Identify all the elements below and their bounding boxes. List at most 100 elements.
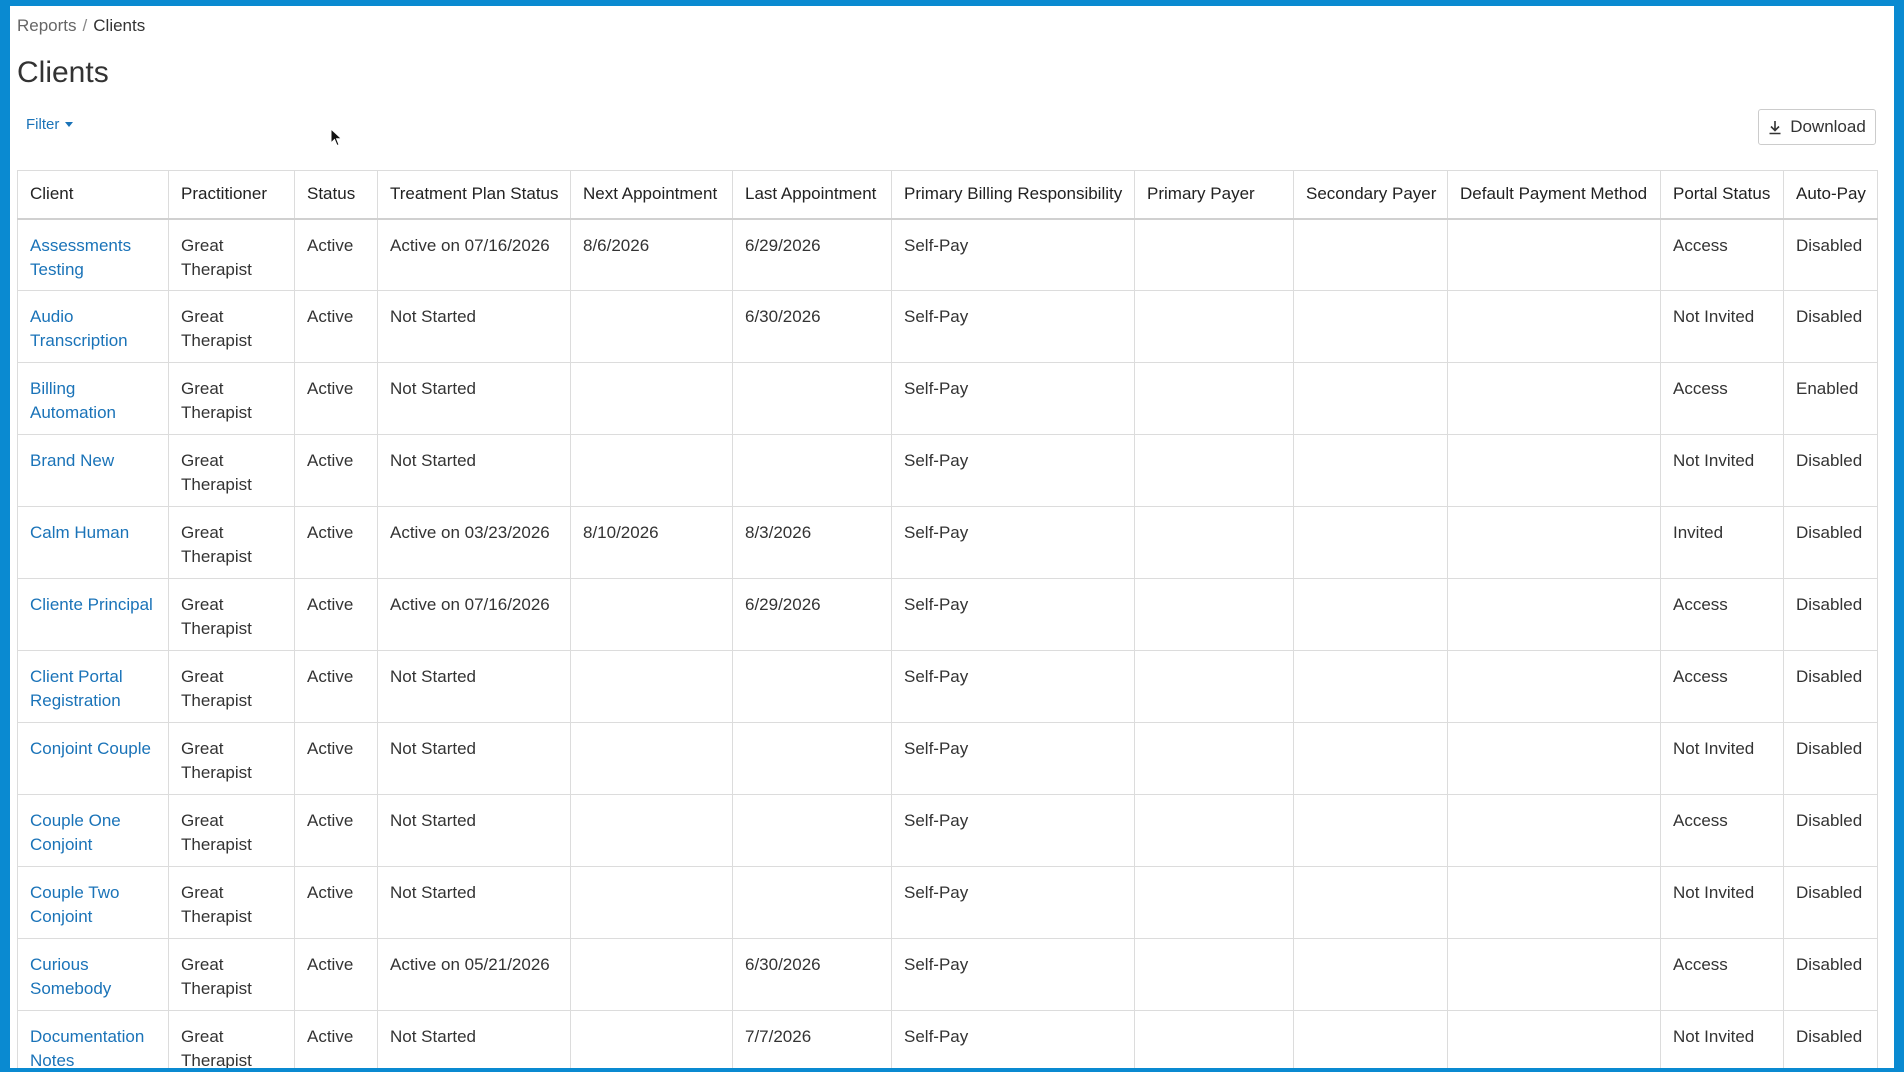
next-appointment-cell xyxy=(570,794,733,867)
secondary-payer-cell xyxy=(1293,578,1448,651)
column-header[interactable]: Next Appointment xyxy=(570,170,733,220)
client-name-link[interactable]: Audio Transcription xyxy=(30,307,128,350)
next-appointment-cell xyxy=(570,578,733,651)
table-row: Couple One Conjoint Great Therapist Active… xyxy=(17,794,1878,867)
next-appointment-cell xyxy=(570,650,733,723)
practitioner-cell: Great Therapist xyxy=(168,1010,295,1068)
client-name-link[interactable]: Couple Two Conjoint xyxy=(30,883,119,926)
treatment-plan-status-cell: Active on 05/21/2026 xyxy=(377,938,571,1011)
breadcrumb-reports-link[interactable]: Reports xyxy=(17,16,77,35)
portal-status-cell: Not Invited xyxy=(1660,866,1784,939)
column-header[interactable]: Secondary Payer xyxy=(1293,170,1448,220)
auto-pay-cell: Disabled xyxy=(1783,506,1878,579)
last-appointment-cell: 6/29/2026 xyxy=(732,578,892,651)
status-cell: Active xyxy=(294,362,378,435)
client-name-link[interactable]: Curious Somebody xyxy=(30,955,111,998)
practitioner-cell: Great Therapist xyxy=(168,650,295,723)
column-header[interactable]: Primary Payer xyxy=(1134,170,1294,220)
secondary-payer-cell xyxy=(1293,290,1448,363)
download-icon xyxy=(1769,120,1781,134)
next-appointment-cell xyxy=(570,290,733,363)
last-appointment-cell xyxy=(732,866,892,939)
client-cell: Couple Two Conjoint xyxy=(17,866,169,939)
client-name-link[interactable]: Conjoint Couple xyxy=(30,739,151,758)
primary-billing-responsibility-cell: Self-Pay xyxy=(891,650,1135,723)
treatment-plan-status-cell: Not Started xyxy=(377,722,571,795)
app-frame: Reports / Clients Clients Filter Download … xyxy=(10,6,1894,1068)
next-appointment-cell xyxy=(570,866,733,939)
client-cell: Calm Human xyxy=(17,506,169,579)
client-cell: Cliente Principal xyxy=(17,578,169,651)
client-name-link[interactable]: Calm Human xyxy=(30,523,129,542)
table-header-row: Client Practitioner Status Treatment Pla… xyxy=(17,170,1878,220)
auto-pay-cell: Disabled xyxy=(1783,938,1878,1011)
auto-pay-cell: Disabled xyxy=(1783,290,1878,363)
breadcrumb-separator: / xyxy=(82,16,88,35)
next-appointment-cell: 8/6/2026 xyxy=(570,218,733,291)
last-appointment-cell: 7/7/2026 xyxy=(732,1010,892,1068)
status-cell: Active xyxy=(294,290,378,363)
table-row: Curious Somebody Great Therapist Active Act… xyxy=(17,938,1878,1011)
status-cell: Active xyxy=(294,434,378,507)
client-name-link[interactable]: Assessments Testing xyxy=(30,236,131,279)
table-row: Conjoint Couple Great Therapist Active Not … xyxy=(17,722,1878,795)
last-appointment-cell xyxy=(732,722,892,795)
page-title: Clients xyxy=(17,56,109,89)
next-appointment-cell xyxy=(570,1010,733,1068)
client-cell: Documentation Notes xyxy=(17,1010,169,1068)
client-name-link[interactable]: Billing Automation xyxy=(30,379,116,422)
next-appointment-cell xyxy=(570,362,733,435)
primary-payer-cell xyxy=(1134,506,1294,579)
last-appointment-cell xyxy=(732,434,892,507)
primary-payer-cell xyxy=(1134,362,1294,435)
client-name-link[interactable]: Cliente Principal xyxy=(30,595,153,614)
auto-pay-cell: Disabled xyxy=(1783,434,1878,507)
client-name-link[interactable]: Client Portal Registration xyxy=(30,667,123,710)
filter-dropdown[interactable]: Filter xyxy=(26,116,74,133)
column-header[interactable]: Primary Billing Responsibility xyxy=(891,170,1135,220)
column-header[interactable]: Treatment Plan Status xyxy=(377,170,571,220)
client-cell: Audio Transcription xyxy=(17,290,169,363)
treatment-plan-status-cell: Active on 07/16/2026 xyxy=(377,578,571,651)
last-appointment-cell xyxy=(732,362,892,435)
clients-table: Client Practitioner Status Treatment Pla… xyxy=(17,170,1878,1068)
primary-billing-responsibility-cell: Self-Pay xyxy=(891,722,1135,795)
column-header[interactable]: Last Appointment xyxy=(732,170,892,220)
breadcrumb-current: Clients xyxy=(93,16,146,35)
practitioner-cell: Great Therapist xyxy=(168,290,295,363)
client-name-link[interactable]: Brand New xyxy=(30,451,114,470)
table-row: Billing Automation Great Therapist Active N… xyxy=(17,362,1878,435)
column-header[interactable]: Auto-Pay xyxy=(1783,170,1878,220)
table-row: Calm Human Great Therapist Active Active on… xyxy=(17,506,1878,579)
auto-pay-cell: Disabled xyxy=(1783,578,1878,651)
auto-pay-cell: Disabled xyxy=(1783,722,1878,795)
secondary-payer-cell xyxy=(1293,866,1448,939)
table-row: Assessments Testing Great Therapist Active… xyxy=(17,218,1878,291)
practitioner-cell: Great Therapist xyxy=(168,794,295,867)
default-payment-method-cell xyxy=(1447,938,1661,1011)
breadcrumb: Reports / Clients xyxy=(17,16,145,36)
primary-billing-responsibility-cell: Self-Pay xyxy=(891,434,1135,507)
auto-pay-cell: Disabled xyxy=(1783,218,1878,291)
primary-billing-responsibility-cell: Self-Pay xyxy=(891,218,1135,291)
primary-billing-responsibility-cell: Self-Pay xyxy=(891,506,1135,579)
practitioner-cell: Great Therapist xyxy=(168,362,295,435)
column-header[interactable]: Practitioner xyxy=(168,170,295,220)
secondary-payer-cell xyxy=(1293,794,1448,867)
client-name-link[interactable]: Couple One Conjoint xyxy=(30,811,121,854)
download-button[interactable]: Download xyxy=(1758,109,1876,145)
column-header[interactable]: Portal Status xyxy=(1660,170,1784,220)
status-cell: Active xyxy=(294,650,378,723)
portal-status-cell: Access xyxy=(1660,650,1784,723)
primary-payer-cell xyxy=(1134,290,1294,363)
primary-payer-cell xyxy=(1134,650,1294,723)
default-payment-method-cell xyxy=(1447,794,1661,867)
portal-status-cell: Access xyxy=(1660,362,1784,435)
client-name-link[interactable]: Documentation Notes xyxy=(30,1027,144,1068)
primary-billing-responsibility-cell: Self-Pay xyxy=(891,362,1135,435)
default-payment-method-cell xyxy=(1447,434,1661,507)
column-header[interactable]: Client xyxy=(17,170,169,220)
primary-billing-responsibility-cell: Self-Pay xyxy=(891,578,1135,651)
column-header[interactable]: Status xyxy=(294,170,378,220)
column-header[interactable]: Default Payment Method xyxy=(1447,170,1661,220)
